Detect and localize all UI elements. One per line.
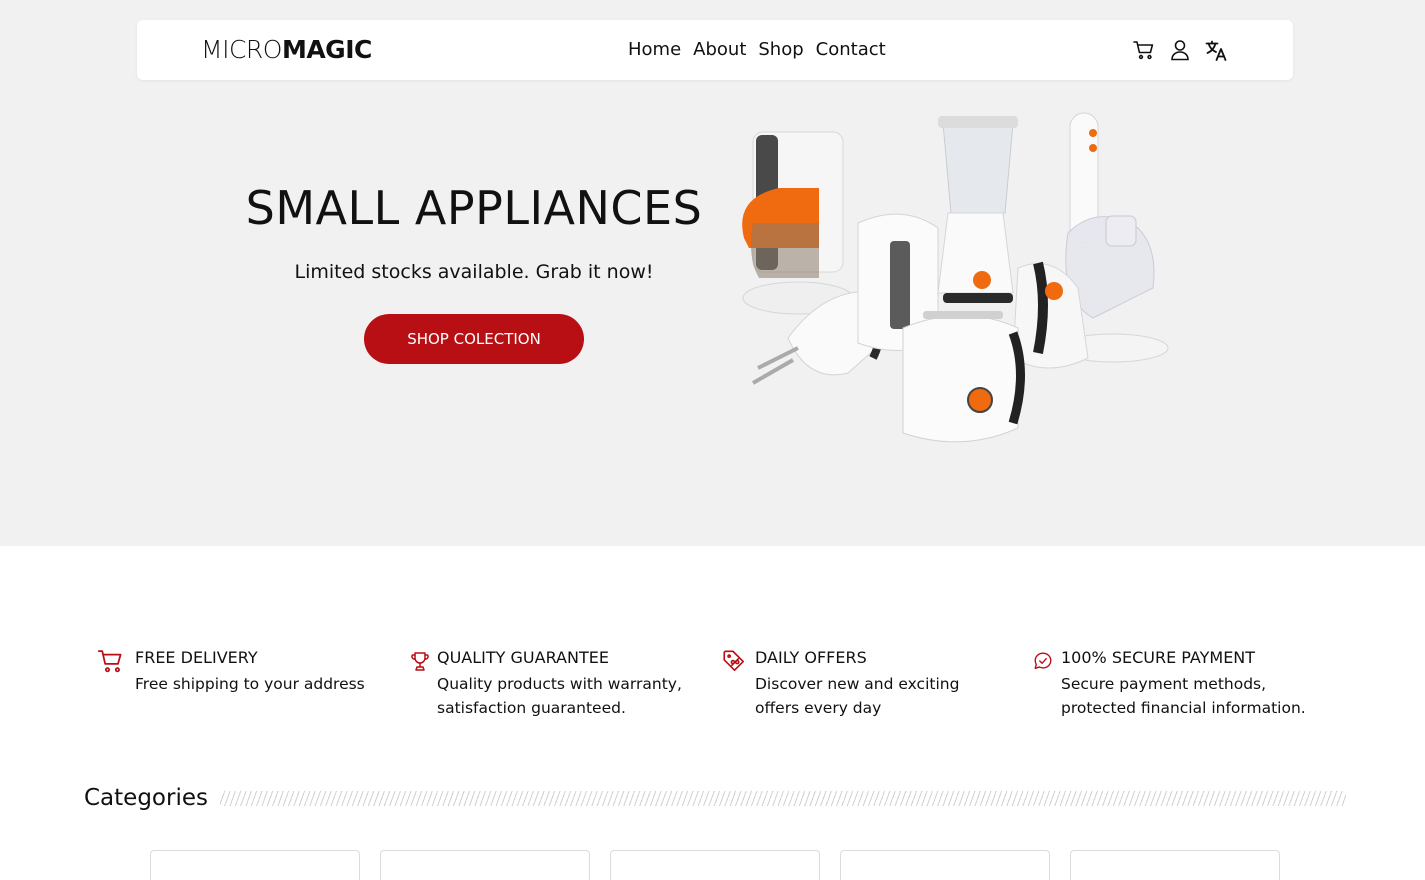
feature-title: 100% SECURE PAYMENT: [1061, 648, 1256, 667]
main-nav: Home About Shop Contact: [628, 38, 886, 62]
hero-background: [0, 0, 1425, 546]
trophy-icon: [408, 647, 436, 675]
user-icon[interactable]: [1168, 37, 1192, 63]
nav-link-home[interactable]: Home: [628, 38, 681, 62]
translate-icon[interactable]: [1204, 37, 1228, 63]
discount-tag-icon: [721, 647, 749, 675]
cart-icon: [97, 647, 125, 675]
nav-link-about[interactable]: About: [693, 38, 746, 62]
feature-title: DAILY OFFERS: [755, 648, 867, 667]
feature-description: Free shipping to your address: [135, 675, 365, 693]
feature-description: Secure payment methods, protected financ…: [1061, 675, 1306, 717]
category-card[interactable]: [1070, 850, 1280, 880]
feature-title: FREE DELIVERY: [135, 648, 258, 667]
brand-logo-part2: MAGIC: [281, 35, 372, 64]
nav-actions: [1132, 37, 1228, 63]
category-card[interactable]: [840, 850, 1050, 880]
categories-divider: [220, 791, 1346, 806]
brand-logo[interactable]: MICROMAGIC: [201, 35, 372, 65]
feature-description: Discover new and exciting offers every d…: [755, 675, 960, 717]
categories-heading: Categories: [84, 785, 208, 811]
nav-link-shop[interactable]: Shop: [758, 38, 803, 62]
shop-collection-button[interactable]: SHOP COLECTION: [364, 314, 584, 364]
hero-subtitle: Limited stocks available. Grab it now!: [294, 261, 654, 283]
category-card[interactable]: [380, 850, 590, 880]
navbar: MICROMAGIC Home About Shop Contact: [137, 20, 1293, 80]
secure-check-icon: [1032, 647, 1060, 675]
cart-icon[interactable]: [1132, 37, 1156, 63]
features-strip: FREE DELIVERY Free shipping to your addr…: [0, 645, 1425, 725]
category-card[interactable]: [610, 850, 820, 880]
feature-title: QUALITY GUARANTEE: [437, 648, 609, 667]
nav-link-contact[interactable]: Contact: [816, 38, 886, 62]
hero-appliances-image: [742, 112, 1169, 443]
category-card[interactable]: [150, 850, 360, 880]
hero-title: SMALL APPLIANCES: [245, 181, 703, 235]
feature-description: Quality products with warranty, satisfac…: [437, 675, 682, 717]
brand-logo-part1: MICRO: [201, 35, 282, 64]
